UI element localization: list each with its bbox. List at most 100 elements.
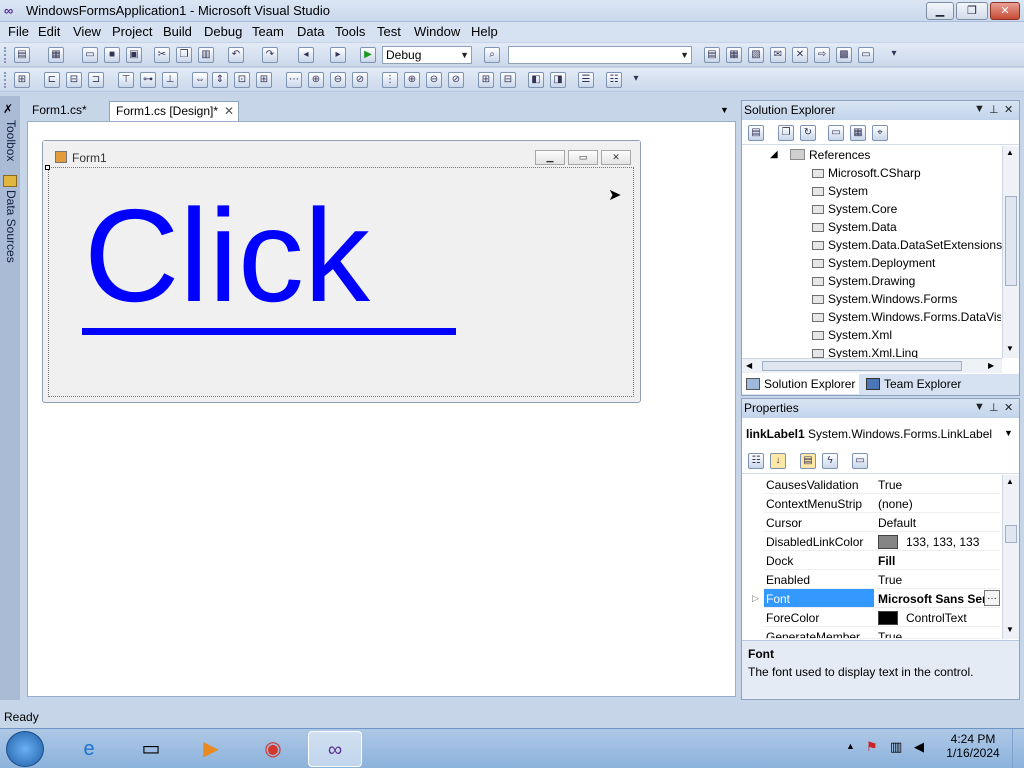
align-middles-icon[interactable]: ⊶ [140,72,156,88]
tree-item[interactable]: System.Windows.Forms [812,292,957,306]
align-to-grid-icon[interactable]: ⊞ [14,72,30,88]
tree-vertical-scrollbar[interactable]: ▲ ▼ [1002,146,1019,358]
show-desktop-button[interactable] [1012,729,1024,768]
tree-item[interactable]: System.Deployment [812,256,935,270]
property-row[interactable]: Font Microsoft Sans Ser … [764,589,1000,608]
save-all-icon[interactable]: ▣ [126,47,142,63]
menu-window[interactable]: Window [414,24,460,39]
property-row[interactable]: GenerateMember True [764,627,1000,639]
paste-icon[interactable]: ▥ [198,47,214,63]
property-value[interactable]: Microsoft Sans Ser [878,592,984,606]
resize-handle[interactable] [45,165,50,170]
tree-folder-references[interactable]: References [790,148,870,162]
menu-project[interactable]: Project [112,24,152,39]
internet-explorer-icon[interactable]: e [62,731,116,767]
properties-icon[interactable]: ▤ [748,125,764,141]
object-browser-icon[interactable]: ▧ [748,47,764,63]
view-designer-icon[interactable]: ▦ [850,125,866,141]
restore-button[interactable]: ❐ [956,2,988,20]
refresh-icon[interactable]: ↻ [800,125,816,141]
tab-solution-explorer[interactable]: Solution Explorer [742,374,860,394]
menu-tools[interactable]: Tools [335,24,365,39]
show-hidden-icons-icon[interactable]: ▲ [846,741,855,751]
property-row[interactable]: ContextMenuStrip (none) [764,494,1000,513]
new-project-icon[interactable]: ▤ [14,47,30,63]
save-icon[interactable]: ■ [104,47,120,63]
menu-test[interactable]: Test [377,24,401,39]
clock[interactable]: 4:24 PM 1/16/2024 [940,732,1006,760]
media-player-icon[interactable]: ▶ [184,731,238,767]
tools-icon[interactable]: ✕ [792,47,808,63]
toolbar-grip[interactable] [4,72,8,88]
menu-build[interactable]: Build [163,24,192,39]
navigate-backward-icon[interactable]: ◂ [298,47,314,63]
redo-icon[interactable]: ↷ [262,47,278,63]
pane-menu-icon[interactable]: ▼ [974,401,985,413]
tree-item[interactable]: System.Core [812,202,897,216]
open-file-icon[interactable]: ▭ [82,47,98,63]
property-value[interactable]: True [878,478,1000,492]
property-row[interactable]: Enabled True [764,570,1000,589]
pin-icon[interactable]: ✗ [3,102,13,116]
chrome-icon[interactable]: ◉ [246,731,300,767]
view-class-diagram-icon[interactable]: ⌖ [872,125,888,141]
property-value[interactable]: True [878,573,1000,587]
start-debugging-icon[interactable]: ▶ [360,47,376,63]
close-icon[interactable]: ✕ [1004,401,1013,414]
scroll-right-icon[interactable]: ▶ [988,361,994,370]
property-row[interactable]: Cursor Default [764,513,1000,532]
align-rights-icon[interactable]: ⊐ [88,72,104,88]
tree-item[interactable]: System.Drawing [812,274,915,288]
network-icon[interactable]: ▥ [890,739,902,755]
close-tab-icon[interactable]: ✕ [224,104,234,118]
alphabetical-icon[interactable]: ↓ [770,453,786,469]
find-combo[interactable]: ▼ [508,46,692,64]
scroll-thumb[interactable] [762,361,962,371]
scroll-left-icon[interactable]: ◀ [746,361,752,370]
property-row[interactable]: ForeColor ControlText [764,608,1000,627]
events-icon[interactable]: ϟ [822,453,838,469]
file-explorer-icon[interactable]: ▭ [124,731,178,767]
form1-designer[interactable]: Form1 ▁ ▭ ✕ Click [42,140,641,403]
bring-to-front-icon[interactable]: ◧ [528,72,544,88]
scroll-thumb[interactable] [1005,525,1017,543]
cut-icon[interactable]: ✂ [154,47,170,63]
link-label-text[interactable]: Click [84,176,370,336]
scroll-up-icon[interactable]: ▲ [1006,477,1014,486]
tree-item[interactable]: Microsoft.CSharp [812,166,921,180]
property-value[interactable]: ControlText [878,611,1000,625]
find-in-files-icon[interactable]: ⌕ [484,47,500,63]
property-value[interactable]: Default [878,516,1000,530]
pin-icon[interactable]: ⊥ [989,103,999,116]
pane-menu-icon[interactable]: ▼ [974,103,985,115]
make-same-size-icon[interactable]: ⊡ [234,72,250,88]
tree-item[interactable]: System.Xml.Linq [812,346,918,358]
action-center-icon[interactable]: ⚑ [866,739,878,755]
toolbar-options-icon[interactable]: ▾ [628,72,644,88]
link-label[interactable]: Click [48,167,634,397]
scroll-up-icon[interactable]: ▲ [1006,148,1014,157]
tree-item[interactable]: System.Xml [812,328,892,342]
start-button-icon[interactable] [6,731,44,767]
menu-file[interactable]: File [8,24,29,39]
volume-icon[interactable]: ◀ [914,739,924,755]
properties-window-icon[interactable]: ▦ [726,47,742,63]
center-vertically-icon[interactable]: ⊟ [500,72,516,88]
collapse-icon[interactable]: ◢ [770,149,778,160]
align-lefts-icon[interactable]: ⊏ [44,72,60,88]
tab-form1-cs[interactable]: Form1.cs* [26,101,93,121]
extension-manager-icon[interactable]: ▩ [836,47,852,63]
menu-team[interactable]: Team [252,24,284,39]
tree-item[interactable]: System.Data [812,220,897,234]
property-pages-icon[interactable]: ▭ [852,453,868,469]
center-horizontally-icon[interactable]: ⊞ [478,72,494,88]
send-to-back-icon[interactable]: ◨ [550,72,566,88]
tree-item[interactable]: System.Windows.Forms.DataVis [812,310,1001,324]
property-row[interactable]: DisabledLinkColor 133, 133, 133 [764,532,1000,551]
property-value[interactable]: Fill [878,554,1000,568]
menu-view[interactable]: View [73,24,101,39]
solution-configuration-select[interactable]: Debug ▼ [382,46,472,64]
property-row[interactable]: Dock Fill [764,551,1000,570]
tab-order-icon[interactable]: ☰ [578,72,594,88]
align-bottoms-icon[interactable]: ⊥ [162,72,178,88]
